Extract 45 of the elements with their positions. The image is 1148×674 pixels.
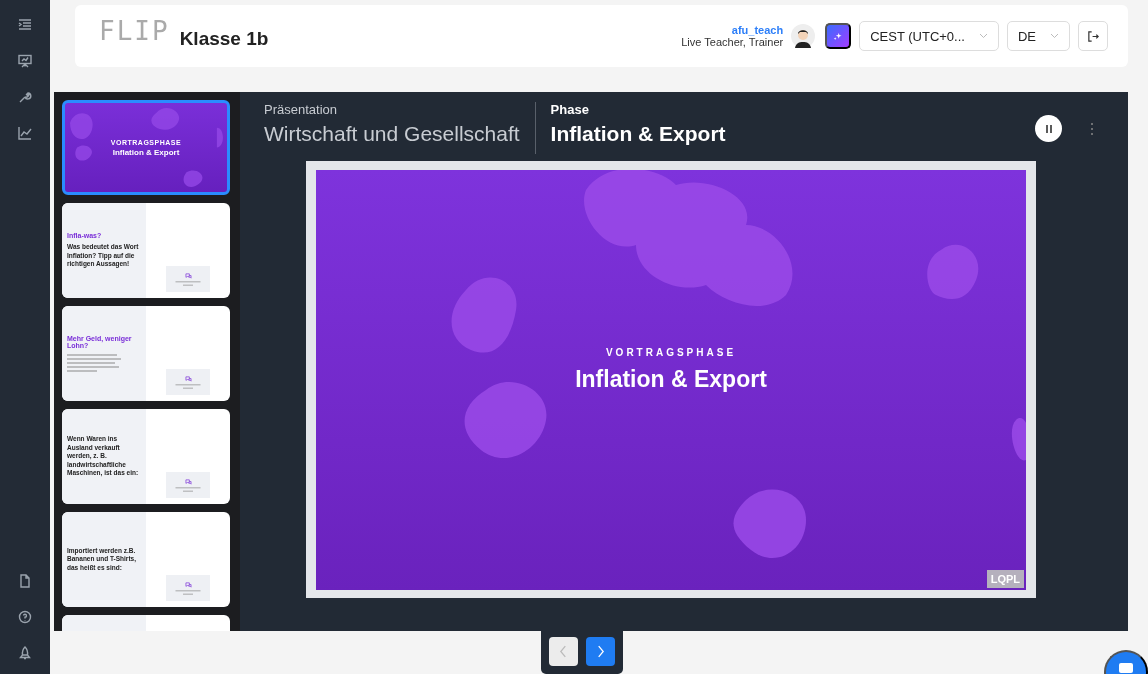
language-value: DE [1017, 28, 1036, 44]
user-name[interactable]: afu_teach [731, 24, 784, 36]
rocket-icon[interactable] [18, 646, 32, 660]
phase-title: Inflation & Export [550, 122, 726, 146]
line-chart-icon[interactable] [18, 126, 32, 140]
wrench-icon[interactable] [18, 90, 32, 104]
chat-icon [184, 478, 192, 485]
timezone-select[interactable]: CEST (UTC+0... [859, 21, 999, 51]
document-icon[interactable] [18, 574, 32, 588]
text-lines-drawing [174, 383, 202, 389]
presentation-title: Wirtschaft und Gesellschaft [264, 122, 520, 146]
chevron-left-icon [559, 645, 568, 658]
caret-icon [978, 33, 988, 39]
text-lines-drawing [174, 280, 202, 286]
thumbnail-title: Inflation & Export [112, 147, 180, 157]
chat-icon [184, 375, 192, 382]
logout-button[interactable] [1078, 21, 1108, 51]
text-lines-drawing [174, 486, 202, 492]
timezone-value: CEST (UTC+0... [870, 28, 965, 44]
phase-label: Phase [550, 102, 590, 117]
chat-icon [184, 581, 192, 588]
chat-bubble-icon [1118, 662, 1134, 674]
text-lines-drawing [174, 589, 202, 595]
class-title: Klasse 1b [179, 28, 269, 50]
outline-list-icon[interactable] [18, 18, 32, 32]
avatar-icon [791, 24, 816, 48]
more-options-icon[interactable] [1090, 122, 1094, 136]
logout-icon [1086, 29, 1100, 43]
slide-eyebrow: VORTRAGSPHASE [605, 347, 737, 358]
language-select[interactable]: DE [1006, 21, 1070, 51]
next-button[interactable] [586, 637, 615, 666]
presentation-label: Präsentation [264, 102, 338, 117]
slide-title: Inflation & Export [575, 366, 767, 393]
logo: FLIP [99, 16, 170, 46]
pause-icon [1043, 123, 1054, 134]
presentation-board-icon[interactable] [18, 54, 32, 68]
pause-button[interactable] [1035, 115, 1062, 142]
watermark-badge: LQPL [986, 570, 1024, 588]
sparkle-button[interactable] [825, 23, 852, 49]
user-role: Live Teacher, Trainer [681, 36, 784, 48]
text-lines-drawing [67, 352, 123, 373]
caret-icon [1050, 33, 1059, 39]
chat-icon [184, 272, 192, 279]
chevron-right-icon [596, 645, 605, 658]
help-icon[interactable] [18, 610, 32, 624]
